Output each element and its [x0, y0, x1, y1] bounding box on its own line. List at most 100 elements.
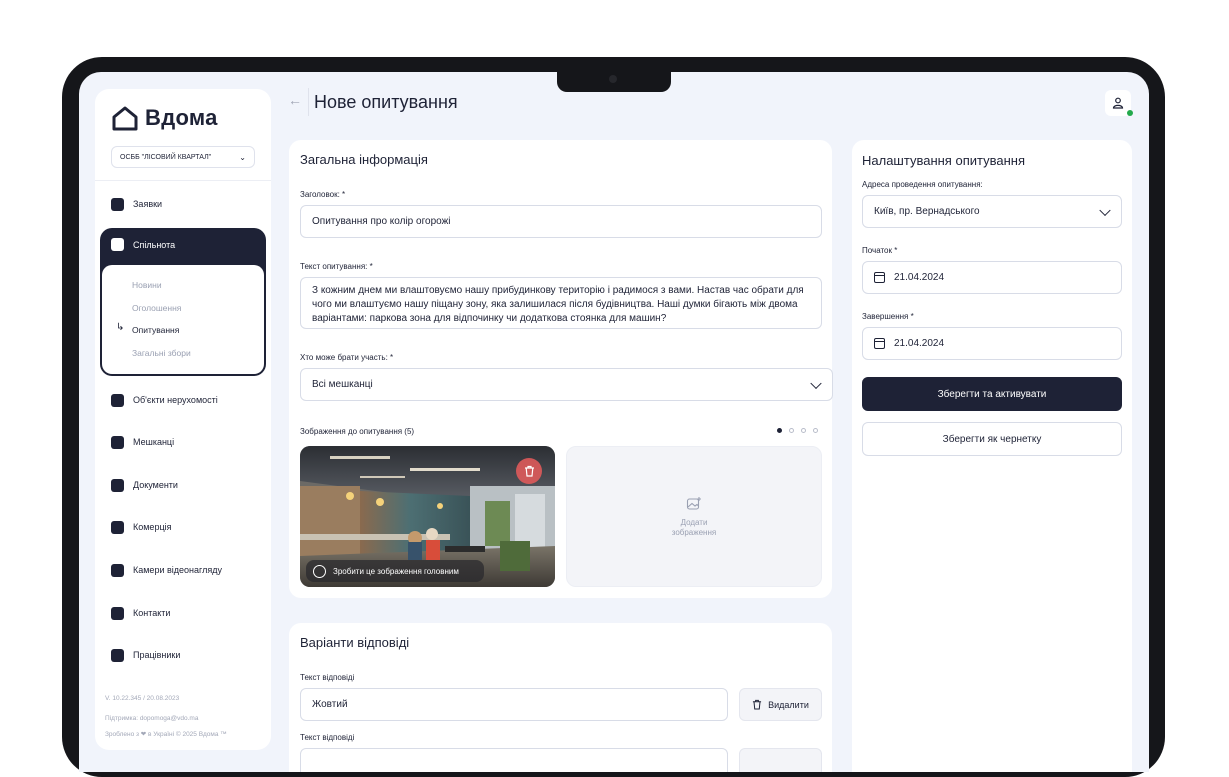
made-in-text: Зроблено з ❤ в Україні © 2025 Вдома ™ [105, 731, 227, 738]
trash-icon [753, 699, 762, 710]
support-link[interactable]: Підтримка: dopomoga@vdo.ma [105, 715, 198, 722]
submenu-item-announcements[interactable]: Оголошення [132, 303, 181, 313]
chevron-down-icon [1099, 204, 1111, 216]
back-arrow-icon[interactable]: ← [288, 92, 302, 108]
image-pagination [777, 428, 818, 433]
save-draft-button[interactable]: Зберегти як чернетку [862, 422, 1122, 456]
add-image-icon [686, 496, 701, 510]
answer-label: Текст відповіді [300, 673, 355, 682]
sidebar-item-contacts[interactable]: Контакти [111, 603, 170, 623]
people-icon [111, 435, 124, 449]
sidebar-item-label: Контакти [133, 608, 171, 618]
pagination-dot[interactable] [801, 428, 806, 433]
poll-settings-card: Налаштування опитування Адреса проведенн… [852, 140, 1132, 772]
app-screen: Вдома ОСББ "ЛІСОВИЙ КВАРТАЛ" ⌄ Заявки Сп… [79, 72, 1149, 772]
delete-answer-label: Видалити [768, 699, 809, 710]
calendar-icon [874, 338, 885, 349]
delete-image-button[interactable] [516, 458, 542, 484]
submenu-item-meetings[interactable]: Загальні збори [132, 348, 191, 358]
camera-icon [111, 563, 124, 577]
camera-notch [557, 70, 671, 92]
user-icon [1112, 97, 1124, 109]
delete-answer-button[interactable]: Видалити [739, 688, 822, 721]
end-date-input[interactable]: 21.04.2024 [862, 327, 1122, 360]
sidebar-item-commerce[interactable]: Комерція [111, 517, 171, 537]
home-logo-icon [112, 106, 138, 131]
sidebar-item-documents[interactable]: Документи [111, 475, 178, 495]
org-select[interactable]: ОСББ "ЛІСОВИЙ КВАРТАЛ" ⌄ [111, 146, 255, 168]
tasks-icon [111, 197, 124, 211]
heading-input-value: Опитування про колір огорожі [312, 216, 451, 227]
make-main-label: Зробити це зображення головним [333, 566, 459, 576]
heading-label: Заголовок: * [300, 190, 346, 199]
document-icon [111, 478, 124, 492]
heading-input[interactable]: Опитування про колір огорожі [300, 205, 822, 238]
sidebar: Вдома ОСББ "ЛІСОВИЙ КВАРТАЛ" ⌄ Заявки Сп… [95, 89, 271, 750]
poll-image[interactable]: Зробити це зображення головним [300, 446, 555, 587]
poll-text-textarea[interactable]: З кожним днем ми влаштовуємо нашу прибуд… [300, 277, 822, 329]
badge-icon [111, 648, 124, 662]
participants-select[interactable]: Всі мешканці [300, 368, 833, 401]
add-image-label: Додати зображення [671, 517, 717, 537]
delete-answer-button[interactable] [739, 748, 822, 772]
answer-label: Текст відповіді [300, 733, 355, 742]
version-text: V. 10.22.345 / 20.08.2023 [105, 695, 180, 702]
card-title: Налаштування опитування [862, 153, 1025, 168]
participants-select-value: Всі мешканці [312, 379, 373, 390]
logo[interactable]: Вдома [111, 105, 218, 131]
sidebar-item-label: Спільнота [133, 239, 176, 250]
chevron-down-icon [810, 377, 822, 389]
save-draft-label: Зберегти як чернетку [942, 433, 1042, 445]
pagination-dot[interactable] [777, 428, 782, 433]
sidebar-item-cameras[interactable]: Камери відеонагляду [111, 560, 222, 580]
community-submenu: Новини Оголошення ↳ Опитування Загальні … [102, 265, 264, 374]
chevron-down-icon: ⌄ [239, 152, 246, 162]
answer-input-value: Жовтий [312, 699, 348, 710]
divider [95, 180, 271, 181]
answer-input[interactable] [300, 748, 728, 772]
participants-label: Хто може брати участь: * [300, 353, 394, 362]
online-status-dot [1127, 110, 1133, 116]
sidebar-item-staff[interactable]: Працівники [111, 645, 180, 665]
sidebar-item-label: Заявки [133, 199, 163, 209]
images-label: Зображення до опитування (5) [300, 427, 415, 436]
address-select[interactable]: Київ, пр. Вернадського [862, 195, 1122, 228]
poll-text-value: З кожним днем ми влаштовуємо нашу прибуд… [312, 285, 804, 324]
address-label: Адреса проведення опитування: [862, 180, 983, 189]
save-activate-label: Зберегти та активувати [937, 388, 1047, 400]
page-title: Нове опитування [314, 92, 458, 112]
trash-icon [524, 465, 534, 477]
add-image-dropzone[interactable]: Додати зображення [566, 446, 822, 587]
contacts-icon [111, 606, 124, 620]
save-activate-button[interactable]: Зберегти та активувати [862, 377, 1122, 411]
submenu-item-polls[interactable]: Опитування [132, 325, 179, 335]
answer-input[interactable]: Жовтий [300, 688, 728, 721]
logo-text: Вдома [145, 105, 218, 130]
radio-circle-icon [313, 564, 326, 578]
start-label: Початок * [862, 246, 898, 255]
sidebar-item-community[interactable]: Спільнота [111, 238, 175, 251]
sidebar-item-label: Комерція [133, 522, 172, 532]
wallet-icon [111, 520, 124, 534]
sidebar-item-label: Документи [133, 480, 178, 490]
start-date-input[interactable]: 21.04.2024 [862, 261, 1122, 294]
sidebar-item-label: Камери відеонагляду [133, 565, 222, 575]
org-select-value: ОСББ "ЛІСОВИЙ КВАРТАЛ" [120, 153, 212, 161]
sidebar-item-label: Об'єкти нерухомості [133, 395, 218, 405]
header-divider [308, 88, 309, 116]
end-label: Завершення * [862, 312, 914, 321]
pagination-dot[interactable] [789, 428, 794, 433]
submenu-item-news[interactable]: Новини [132, 280, 162, 290]
make-main-image-toggle[interactable]: Зробити це зображення головним [306, 560, 484, 582]
sidebar-item-requests[interactable]: Заявки [111, 194, 162, 214]
sidebar-item-property[interactable]: Об'єкти нерухомості [111, 390, 218, 410]
sidebar-item-residents[interactable]: Мешканці [111, 432, 174, 452]
card-title: Варіанти відповіді [300, 635, 410, 650]
general-info-card: Загальна інформація Заголовок: * Опитува… [289, 140, 833, 598]
poll-text-label: Текст опитування: * [300, 262, 373, 271]
pagination-dot[interactable] [813, 428, 818, 433]
end-date-value: 21.04.2024 [894, 338, 945, 349]
calendar-icon [874, 272, 885, 283]
sidebar-item-label: Працівники [133, 650, 181, 660]
sidebar-item-label: Мешканці [133, 437, 175, 447]
